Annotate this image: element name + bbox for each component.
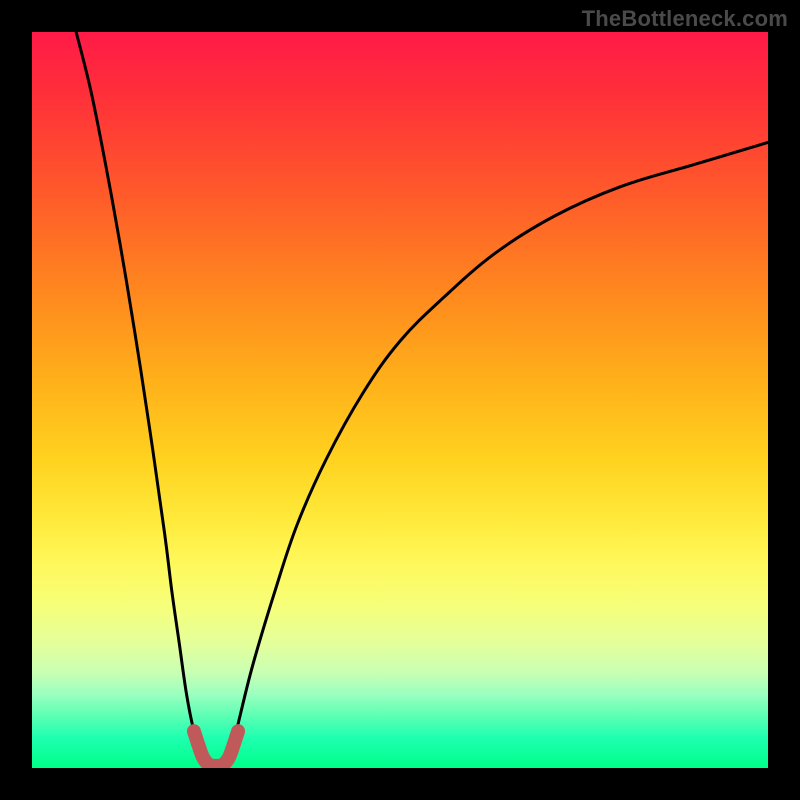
chart-frame: TheBottleneck.com — [0, 0, 800, 800]
valley-marker-path — [194, 731, 238, 766]
plot-area — [32, 32, 768, 768]
curve-layer — [32, 32, 768, 768]
right-branch-path — [223, 142, 768, 764]
watermark-text: TheBottleneck.com — [582, 6, 788, 32]
left-branch-path — [76, 32, 208, 768]
